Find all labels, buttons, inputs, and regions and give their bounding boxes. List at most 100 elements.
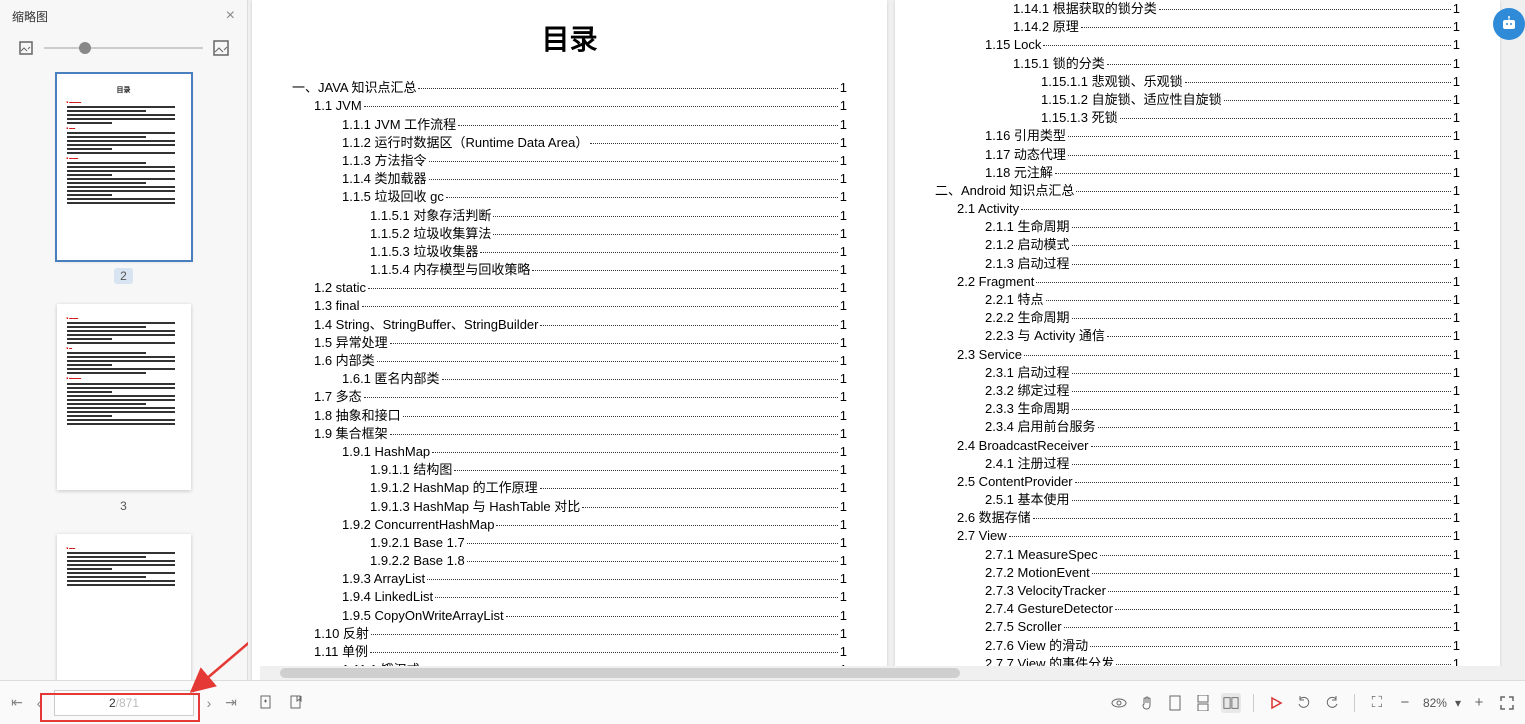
fullscreen-icon[interactable] — [1497, 693, 1517, 713]
toc-entry[interactable]: 2.3 Service1 — [935, 346, 1460, 364]
horizontal-scrollbar[interactable] — [260, 666, 1517, 680]
toc-entry[interactable]: 1.15.1 锁的分类1 — [935, 55, 1460, 73]
toc-entry[interactable]: 1.1.1 JVM 工作流程1 — [292, 116, 847, 134]
toc-entry[interactable]: 2.4.1 注册过程1 — [935, 455, 1460, 473]
toc-entry[interactable]: 2.3.1 启动过程1 — [935, 364, 1460, 382]
toc-entry[interactable]: 1.18 元注解1 — [935, 164, 1460, 182]
toc-entry[interactable]: 1.1.5 垃圾回收 gc1 — [292, 188, 847, 206]
assistant-float-button[interactable] — [1493, 8, 1525, 40]
toc-entry[interactable]: 1.15.1.2 自旋锁、适应性自旋锁1 — [935, 91, 1460, 109]
toc-entry[interactable]: 1.10 反射1 — [292, 625, 847, 643]
toc-entry[interactable]: 1.1.5.3 垃圾收集器1 — [292, 243, 847, 261]
thumbnail-page-3[interactable]: ■ ▬▬▬■ ▬■ ▬▬▬▬ — [57, 304, 191, 490]
toc-entry[interactable]: 1.1.5.1 对象存活判断1 — [292, 207, 847, 225]
toc-entry[interactable]: 1.6 内部类1 — [292, 352, 847, 370]
toc-entry[interactable]: 2.7.4 GestureDetector1 — [935, 600, 1460, 618]
toc-entry[interactable]: 1.9.1 HashMap1 — [292, 443, 847, 461]
toc-entry[interactable]: 1.1.5.4 内存模型与回收策略1 — [292, 261, 847, 279]
rotate-left-icon[interactable] — [1294, 693, 1314, 713]
first-page-button[interactable]: ⇤ — [6, 692, 28, 714]
toc-entry[interactable]: 1.1.3 方法指令1 — [292, 152, 847, 170]
toc-entry[interactable]: 2.1 Activity1 — [935, 200, 1460, 218]
toc-entry[interactable]: 1.1 JVM1 — [292, 97, 847, 115]
toc-entry[interactable]: 2.2.3 与 Activity 通信1 — [935, 327, 1460, 345]
toc-entry[interactable]: 1.1.5.2 垃圾收集算法1 — [292, 225, 847, 243]
toc-entry[interactable]: 1.15.1.3 死锁1 — [935, 109, 1460, 127]
zoom-in-icon[interactable]: + — [1469, 693, 1489, 713]
zoom-dropdown-icon[interactable]: ▾ — [1455, 696, 1461, 710]
thumbnails-list[interactable]: 目录 ■ ▬▬▬▬■ ▬▬■ ▬▬▬ 2 ■ ▬▬▬■ ▬■ ▬▬▬▬ 3 ■ … — [0, 64, 247, 680]
bookmark-icon[interactable] — [286, 693, 306, 713]
toc-entry[interactable]: 1.9 集合框架1 — [292, 425, 847, 443]
toc-entry[interactable]: 1.14.2 原理1 — [935, 18, 1460, 36]
thumbnail-item[interactable]: ■ ▬▬▬■ ▬■ ▬▬▬▬ 3 — [0, 304, 247, 514]
toc-entry[interactable]: 2.7.5 Scroller1 — [935, 618, 1460, 636]
toc-entry[interactable]: 1.9.1.2 HashMap 的工作原理1 — [292, 479, 847, 497]
toc-entry[interactable]: 1.4 String、StringBuffer、StringBuilder1 — [292, 316, 847, 334]
toc-entry[interactable]: 2.3.2 绑定过程1 — [935, 382, 1460, 400]
toc-entry[interactable]: 1.2 static1 — [292, 279, 847, 297]
toc-entry[interactable]: 2.2 Fragment1 — [935, 273, 1460, 291]
toc-entry[interactable]: 1.9.2.2 Base 1.81 — [292, 552, 847, 570]
toc-entry[interactable]: 2.3.3 生命周期1 — [935, 400, 1460, 418]
toc-entry[interactable]: 1.9.3 ArrayList1 — [292, 570, 847, 588]
toc-entry[interactable]: 1.7 多态1 — [292, 388, 847, 406]
toc-entry[interactable]: 二、Android 知识点汇总1 — [935, 182, 1460, 200]
toc-entry[interactable]: 1.1.4 类加载器1 — [292, 170, 847, 188]
two-page-icon[interactable] — [1221, 693, 1241, 713]
toc-entry[interactable]: 2.7.3 VelocityTracker1 — [935, 582, 1460, 600]
single-page-icon[interactable] — [1165, 693, 1185, 713]
toc-entry[interactable]: 1.9.5 CopyOnWriteArrayList1 — [292, 607, 847, 625]
toc-entry[interactable]: 1.9.2.1 Base 1.71 — [292, 534, 847, 552]
toc-entry[interactable]: 1.11 单例1 — [292, 643, 847, 661]
thumbnail-item[interactable]: 目录 ■ ▬▬▬▬■ ▬▬■ ▬▬▬ 2 — [0, 74, 247, 284]
toc-entry[interactable]: 2.5.1 基本使用1 — [935, 491, 1460, 509]
toc-entry[interactable]: 2.7 View1 — [935, 527, 1460, 545]
fit-width-icon[interactable]: ⛶ — [1367, 693, 1387, 713]
thumb-small-icon[interactable] — [18, 40, 34, 56]
zoom-level[interactable]: 82% — [1423, 696, 1447, 710]
toc-entry[interactable]: 1.3 final1 — [292, 297, 847, 315]
toc-entry[interactable]: 2.7.2 MotionEvent1 — [935, 564, 1460, 582]
thumb-size-slider[interactable] — [44, 47, 203, 49]
toc-entry[interactable]: 1.9.1.1 结构图1 — [292, 461, 847, 479]
toc-entry[interactable]: 2.6 数据存储1 — [935, 509, 1460, 527]
toc-entry[interactable]: 2.3.4 启用前台服务1 — [935, 418, 1460, 436]
toc-entry[interactable]: 1.5 异常处理1 — [292, 334, 847, 352]
toc-entry[interactable]: 一、JAVA 知识点汇总1 — [292, 79, 847, 97]
last-page-button[interactable]: ⇥ — [220, 692, 242, 714]
toc-entry[interactable]: 2.2.1 特点1 — [935, 291, 1460, 309]
toc-entry[interactable]: 1.9.4 LinkedList1 — [292, 588, 847, 606]
toc-entry[interactable]: 1.6.1 匿名内部类1 — [292, 370, 847, 388]
toc-entry[interactable]: 2.1.3 启动过程1 — [935, 255, 1460, 273]
document-viewport[interactable]: 目录 一、JAVA 知识点汇总11.1 JVM11.1.1 JVM 工作流程11… — [248, 0, 1525, 680]
thumbnail-page-2[interactable]: 目录 ■ ▬▬▬▬■ ▬▬■ ▬▬▬ — [57, 74, 191, 260]
continuous-icon[interactable] — [1193, 693, 1213, 713]
rotate-right-icon[interactable] — [1322, 693, 1342, 713]
thumbnail-page-4[interactable]: ■ ▬▬ — [57, 534, 191, 680]
toc-entry[interactable]: 1.16 引用类型1 — [935, 127, 1460, 145]
scrollbar-thumb[interactable] — [280, 668, 960, 678]
close-sidebar-button[interactable]: × — [226, 7, 235, 25]
toc-entry[interactable]: 2.7.1 MeasureSpec1 — [935, 546, 1460, 564]
toc-entry[interactable]: 2.7.6 View 的滑动1 — [935, 637, 1460, 655]
toc-entry[interactable]: 1.1.2 运行时数据区（Runtime Data Area）1 — [292, 134, 847, 152]
toc-entry[interactable]: 1.8 抽象和接口1 — [292, 407, 847, 425]
toc-entry[interactable]: 1.9.1.3 HashMap 与 HashTable 对比1 — [292, 498, 847, 516]
toc-entry[interactable]: 1.9.2 ConcurrentHashMap1 — [292, 516, 847, 534]
toc-entry[interactable]: 1.14.1 根据获取的锁分类1 — [935, 0, 1460, 18]
play-icon[interactable] — [1266, 693, 1286, 713]
toc-entry[interactable]: 2.5 ContentProvider1 — [935, 473, 1460, 491]
toc-entry[interactable]: 1.15.1.1 悲观锁、乐观锁1 — [935, 73, 1460, 91]
add-page-icon[interactable] — [256, 693, 276, 713]
zoom-out-icon[interactable]: − — [1395, 693, 1415, 713]
hand-icon[interactable] — [1137, 693, 1157, 713]
thumbnail-item[interactable]: ■ ▬▬ — [0, 534, 247, 680]
next-page-button[interactable]: › — [198, 692, 220, 714]
toc-entry[interactable]: 2.4 BroadcastReceiver1 — [935, 437, 1460, 455]
toc-entry[interactable]: 1.17 动态代理1 — [935, 146, 1460, 164]
thumb-large-icon[interactable] — [213, 40, 229, 56]
toc-entry[interactable]: 2.1.1 生命周期1 — [935, 218, 1460, 236]
toc-entry[interactable]: 2.1.2 启动模式1 — [935, 236, 1460, 254]
toc-entry[interactable]: 2.2.2 生命周期1 — [935, 309, 1460, 327]
